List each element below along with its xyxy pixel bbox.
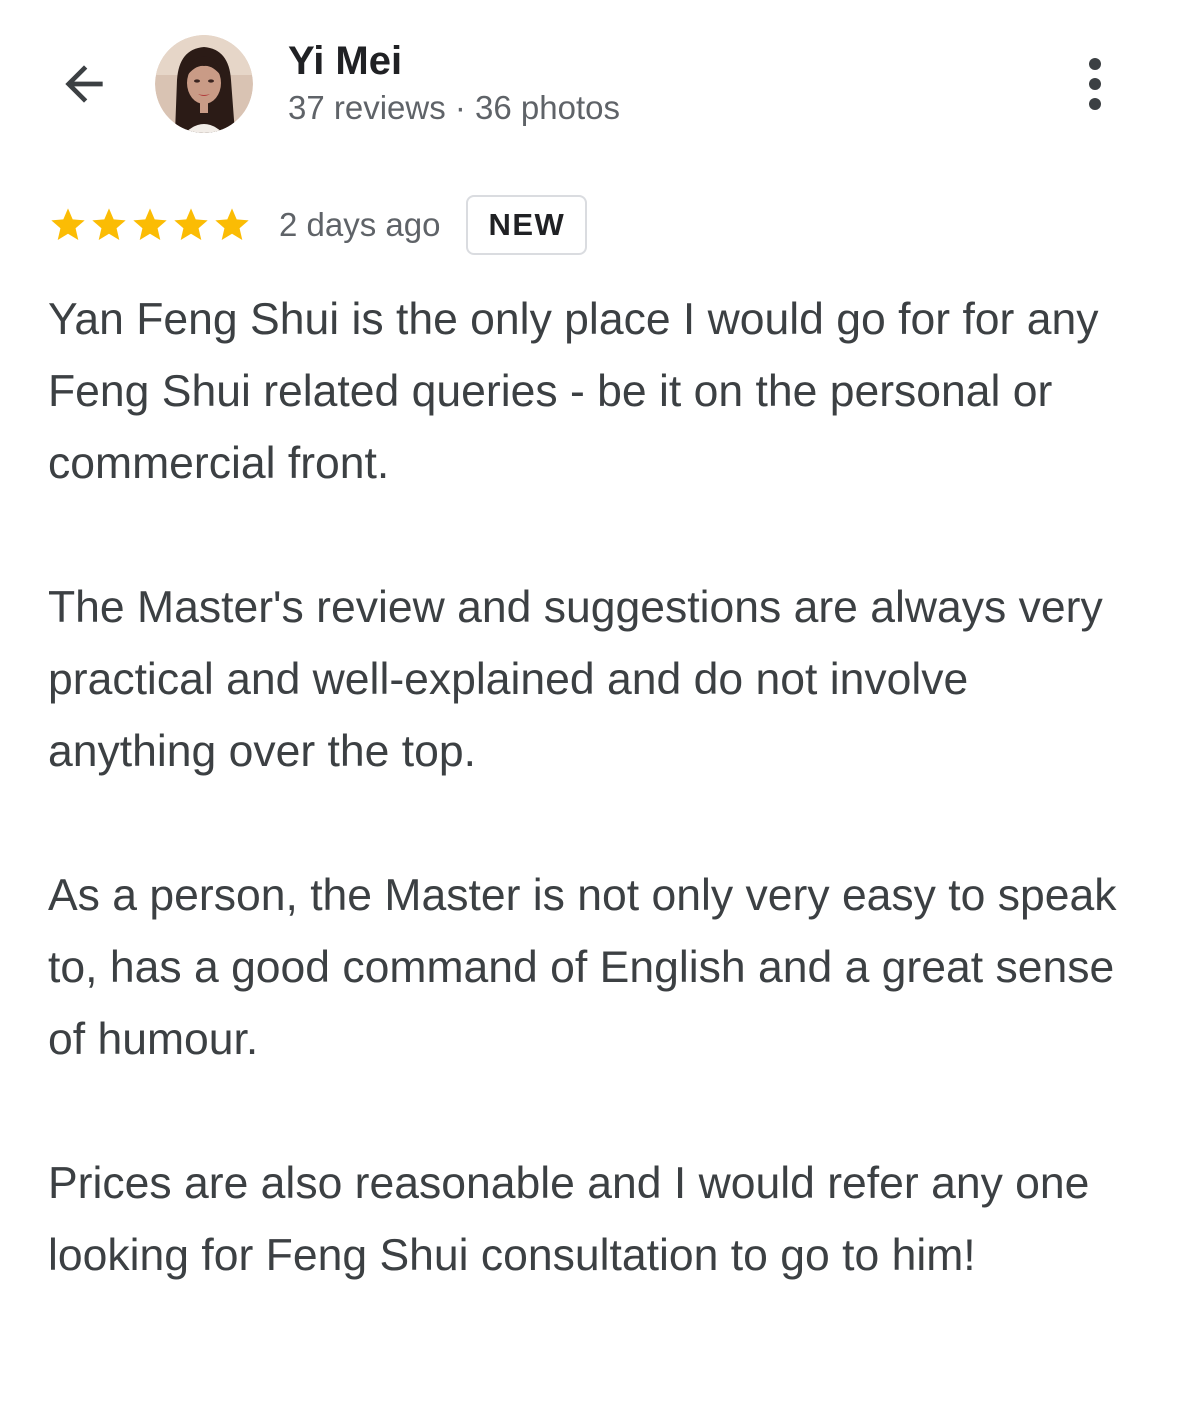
- review-paragraph: Prices are also reasonable and I would r…: [48, 1159, 1090, 1280]
- reviewer-stats: 37 reviews · 36 photos: [288, 89, 621, 126]
- profile-photo: [155, 35, 253, 133]
- star-icon: [133, 208, 167, 240]
- star-icon: [215, 208, 249, 240]
- arrow-back-icon: [65, 65, 103, 103]
- review-text: Yan Feng Shui is the only place I would …: [48, 284, 1133, 1364]
- more-options-button[interactable]: [1070, 52, 1120, 116]
- star-icon: [92, 208, 126, 240]
- rating-row: 2 days ago NEW: [48, 192, 588, 258]
- more-vertical-icon: [1089, 58, 1101, 110]
- review-time: 2 days ago: [279, 206, 441, 243]
- star-icon: [174, 208, 208, 240]
- review-paragraph: As a person, the Master is not only very…: [48, 871, 1117, 1064]
- review-paragraph: The Master's review and suggestions are …: [48, 583, 1103, 776]
- star-icon: [51, 208, 85, 240]
- star-rating: [48, 205, 253, 245]
- back-button[interactable]: [52, 52, 116, 116]
- review-paragraph: Yan Feng Shui is the only place I would …: [48, 295, 1099, 488]
- reviewer-name[interactable]: Yi Mei: [288, 38, 402, 84]
- avatar[interactable]: [155, 35, 253, 133]
- new-badge: NEW: [466, 195, 588, 255]
